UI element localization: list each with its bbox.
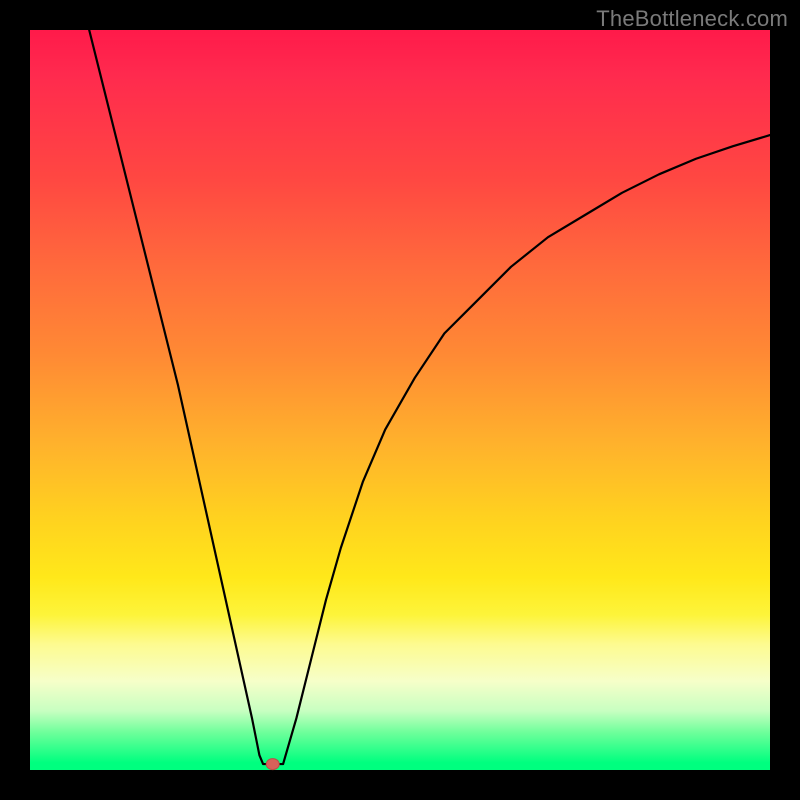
watermark-text: TheBottleneck.com: [596, 6, 788, 32]
chart-svg: [30, 30, 770, 770]
bottleneck-curve: [89, 30, 770, 764]
optimal-point-marker: [266, 759, 279, 770]
plot-area: [30, 30, 770, 770]
chart-frame: TheBottleneck.com: [0, 0, 800, 800]
